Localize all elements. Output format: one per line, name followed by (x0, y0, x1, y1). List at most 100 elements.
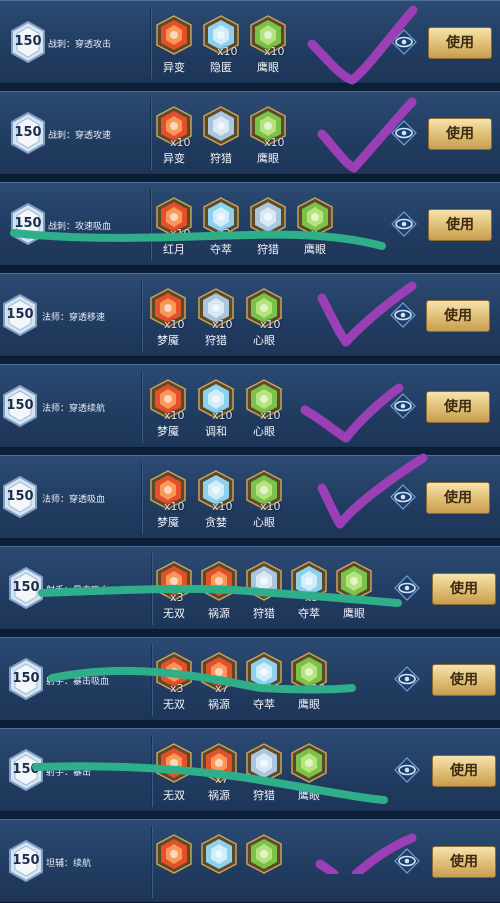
use-button[interactable]: 使用 (426, 482, 490, 514)
calamity-icon (199, 561, 239, 601)
inscription-name: 调和 (205, 425, 227, 438)
inscription-name: 夺萃 (253, 698, 275, 711)
divider (150, 189, 151, 261)
preview-eye-icon[interactable] (394, 757, 420, 783)
inscription-count: x3 (170, 591, 184, 604)
preview-eye-icon[interactable] (394, 666, 420, 692)
preview-eye-icon[interactable] (394, 575, 420, 601)
level-value: 150 (12, 671, 40, 686)
harmony-icon (199, 834, 239, 874)
inscription-name: 祸源 (208, 789, 230, 802)
use-button[interactable]: 使用 (432, 664, 496, 696)
hunt-icon (244, 561, 284, 601)
level-badge: 150 (2, 476, 38, 518)
level-badge: 150 (8, 840, 44, 882)
inscription-name: 无双 (163, 789, 185, 802)
preset-title: 战刺：穿透攻击 (48, 40, 112, 50)
inscription-name: 心眼 (253, 425, 275, 438)
use-button[interactable]: 使用 (432, 573, 496, 605)
use-button[interactable]: 使用 (432, 846, 496, 878)
level-value: 150 (12, 580, 40, 595)
divider (150, 7, 151, 79)
inscription-count: x10 (260, 318, 281, 331)
use-button[interactable]: 使用 (428, 209, 492, 241)
inscription-name: 心眼 (253, 516, 275, 529)
level-badge: 150 (10, 21, 46, 63)
hunt-icon (244, 743, 284, 783)
inscription-count: x10 (264, 45, 285, 58)
inscription-count: x5 (305, 591, 319, 604)
inscription-name: 鹰眼 (298, 789, 320, 802)
preset-row: 150 战刺：穿透攻击 异变 x10 隐匿 x10 鹰眼 使用 (0, 0, 500, 84)
level-badge: 150 (2, 385, 38, 427)
use-button[interactable]: 使用 (428, 27, 492, 59)
preset-row: 150 射手：暴击 无双 x7 祸源 狩猎 鹰眼 使用 (0, 728, 500, 812)
inscription-count: x3 (170, 682, 184, 695)
inscription-name: 鹰眼 (343, 607, 365, 620)
preview-eye-icon[interactable] (394, 848, 420, 874)
preview-eye-icon[interactable] (391, 211, 417, 237)
inscription-count: x10 (264, 136, 285, 149)
inscription-count: x (311, 227, 318, 240)
hunt-icon (248, 197, 288, 237)
inscription-count: x10 (170, 136, 191, 149)
inscription-name: 鹰眼 (298, 698, 320, 711)
preset-row: 150 法师：穿透吸血 x10 梦魇 x10 贪婪 x10 心眼 使用 (0, 455, 500, 539)
eagle-eye-icon (244, 834, 284, 874)
inscription-name: 梦魇 (157, 334, 179, 347)
preview-eye-icon[interactable] (391, 120, 417, 146)
preview-eye-icon[interactable] (390, 393, 416, 419)
eagle-eye-icon (289, 743, 329, 783)
inscription-count: x10 (212, 409, 233, 422)
preset-title: 战刺：穿透攻速 (48, 131, 112, 141)
use-button[interactable]: 使用 (432, 755, 496, 787)
hunt-icon (201, 106, 241, 146)
inscription-name: 狩猎 (253, 789, 275, 802)
level-badge: 150 (10, 112, 46, 154)
level-value: 150 (6, 398, 34, 413)
inscription-count: x10 (212, 318, 233, 331)
inscription-name: 狩猎 (257, 243, 279, 256)
preset-title: 法师：穿透吸血 (42, 495, 106, 505)
preset-row: 150 射手：暴击吸血 x3 无双 祸源 狩猎 x5 夺萃 鹰眼 使用 (0, 546, 500, 630)
use-button[interactable]: 使用 (426, 391, 490, 423)
preset-row: 150 坦辅：续航 使用 (0, 819, 500, 903)
use-button[interactable]: 使用 (426, 300, 490, 332)
inscription-count: x10 (217, 45, 238, 58)
level-value: 150 (6, 307, 34, 322)
preset-row: 150 战刺：攻速吸血 x10 红月 x3 夺萃 狩猎 x 鹰眼 使用 (0, 182, 500, 266)
use-button[interactable]: 使用 (428, 118, 492, 150)
inscription-name: 狩猎 (253, 607, 275, 620)
level-badge: 150 (8, 749, 44, 791)
level-badge: 150 (10, 203, 46, 245)
inscription-count: x10 (260, 500, 281, 513)
preview-eye-icon[interactable] (391, 29, 417, 55)
preview-eye-icon[interactable] (390, 302, 416, 328)
preview-eye-icon[interactable] (390, 484, 416, 510)
inscription-name: 鹰眼 (257, 61, 279, 74)
inscription-count: x10 (164, 409, 185, 422)
inscription-name: 夺萃 (298, 607, 320, 620)
inscription-name: 异变 (163, 152, 185, 165)
mutation-icon (154, 15, 194, 55)
inscription-name: 狩猎 (210, 152, 232, 165)
divider (151, 826, 152, 898)
inscription-name: 心眼 (253, 334, 275, 347)
inscription-count: x10 (170, 227, 191, 240)
divider (141, 280, 142, 352)
inscription-name: 狩猎 (205, 334, 227, 347)
level-value: 150 (14, 216, 42, 231)
inscription-name: 夺萃 (210, 243, 232, 256)
preset-row: 150 法师：穿透续航 x10 梦魇 x10 调和 x10 心眼 使用 (0, 364, 500, 448)
preset-title: 法师：穿透续航 (42, 404, 106, 414)
level-badge: 150 (8, 567, 44, 609)
inscription-name: 鹰眼 (257, 152, 279, 165)
inscription-preset-list: 150 战刺：穿透攻击 异变 x10 隐匿 x10 鹰眼 使用 150 战刺：穿透攻速 x10 异变狩… (0, 0, 500, 903)
matchless-icon (154, 743, 194, 783)
inscription-count: x7 (215, 682, 229, 695)
divider (150, 98, 151, 170)
inscription-name: 祸源 (208, 698, 230, 711)
inscription-name: 红月 (163, 243, 185, 256)
level-badge: 150 (8, 658, 44, 700)
inscription-name: 隐匿 (210, 61, 232, 74)
